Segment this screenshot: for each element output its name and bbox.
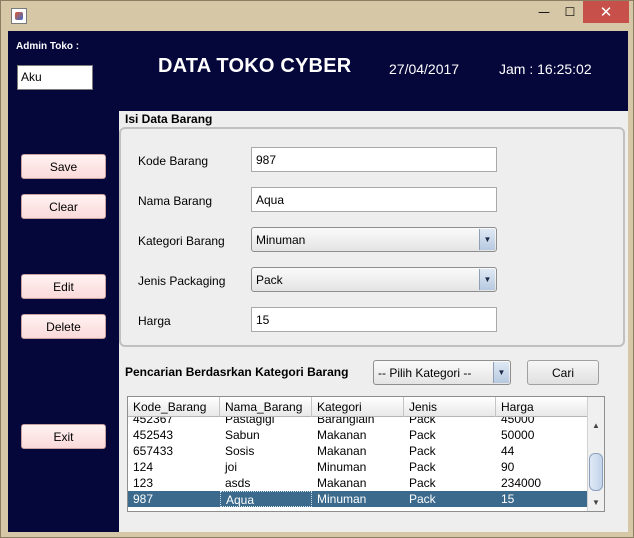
header-banner: Admin Toko : Aku DATA TOKO CYBER 27/04/2…	[8, 31, 628, 111]
delete-button[interactable]: Delete	[21, 314, 106, 339]
chevron-down-icon[interactable]: ▼	[493, 362, 509, 383]
table-cell: 45000	[501, 417, 535, 426]
title-bar: — ☐ ✕	[1, 1, 633, 30]
clear-button[interactable]: Clear	[21, 194, 106, 219]
table-cell: Minuman	[317, 492, 367, 506]
minimize-button[interactable]: —	[531, 1, 557, 23]
table-cell: Aqua	[220, 491, 312, 507]
table-cell: 90	[501, 460, 515, 474]
table-cell: 657433	[133, 444, 174, 458]
kode-barang-field[interactable]: 987	[251, 147, 497, 172]
table-row[interactable]: 452367 Pastagigi Baranglain Pack 45000	[128, 417, 588, 427]
table-cell: 452367	[133, 417, 174, 426]
chevron-down-icon[interactable]: ▼	[479, 269, 495, 290]
table-cell: Makanan	[317, 476, 367, 490]
table-cell: Sosis	[225, 444, 255, 458]
jenis-packaging-label: Jenis Packaging	[138, 274, 226, 288]
date-display: 27/04/2017	[389, 61, 460, 77]
table-cell: 234000	[501, 476, 542, 490]
table-cell: Sabun	[225, 428, 260, 442]
harga-label: Harga	[138, 314, 171, 328]
table-row[interactable]: 124 joi Minuman Pack 90	[128, 459, 588, 475]
table-cell: Baranglain	[317, 417, 375, 426]
table-row[interactable]: 657433 Sosis Makanan Pack 44	[128, 443, 588, 459]
kategori-barang-label: Kategori Barang	[138, 234, 225, 248]
close-button[interactable]: ✕	[583, 1, 629, 23]
sidebar: Save Clear Edit Delete Exit	[8, 111, 119, 532]
nama-barang-field[interactable]: Aqua	[251, 187, 497, 212]
cari-button[interactable]: Cari	[527, 360, 599, 385]
table-rows: 452367 Pastagigi Baranglain Pack 45000 4…	[128, 417, 588, 507]
clock-display: Jam : 16:25:02	[499, 61, 592, 77]
column-header[interactable]: Kategori	[312, 397, 404, 417]
table-row[interactable]: 452543 Sabun Makanan Pack 50000	[128, 427, 588, 443]
scroll-thumb[interactable]	[589, 453, 603, 491]
kode-barang-label: Kode Barang	[138, 154, 209, 168]
table-cell: Pack	[409, 417, 436, 426]
table-cell: Pastagigi	[225, 417, 275, 426]
search-label: Pencarian Berdasrkan Kategori Barang	[125, 365, 349, 379]
nama-barang-label: Nama Barang	[138, 194, 213, 208]
table-cell: 452543	[133, 428, 174, 442]
table-cell: Pack	[409, 444, 436, 458]
table-cell: Makanan	[317, 444, 367, 458]
column-header[interactable]: Kode_Barang	[128, 397, 220, 417]
java-app-icon	[11, 8, 27, 24]
table-cell: Pack	[409, 460, 436, 474]
kategori-filter-value: -- Pilih Kategori --	[378, 366, 472, 380]
jenis-packaging-value: Pack	[256, 273, 283, 287]
table-cell: joi	[225, 460, 238, 474]
table-header: Kode_Barang Nama_Barang Kategori Jenis H…	[128, 397, 588, 417]
table-cell: 44	[501, 444, 515, 458]
table-cell: asds	[225, 476, 251, 490]
exit-button[interactable]: Exit	[21, 424, 106, 449]
table-cell: 15	[501, 492, 515, 506]
admin-label: Admin Toko :	[16, 41, 80, 52]
kategori-barang-select[interactable]: Minuman ▼	[251, 227, 497, 252]
harga-field[interactable]: 15	[251, 307, 497, 332]
table-row-selected[interactable]: 987 Aqua Minuman Pack 15	[128, 491, 588, 507]
kategori-barang-value: Minuman	[256, 233, 306, 247]
table-cell: 124	[133, 460, 154, 474]
column-header[interactable]: Jenis	[404, 397, 496, 417]
app-window: — ☐ ✕ Admin Toko : Aku DATA TOKO CYBER 2…	[0, 0, 634, 538]
table-cell: 50000	[501, 428, 535, 442]
kategori-filter-select[interactable]: -- Pilih Kategori -- ▼	[373, 360, 511, 385]
maximize-button[interactable]: ☐	[557, 1, 583, 23]
table-cell: 123	[133, 476, 154, 490]
app-title: DATA TOKO CYBER	[158, 55, 352, 77]
table-cell: Pack	[409, 428, 436, 442]
data-table[interactable]: Kode_Barang Nama_Barang Kategori Jenis H…	[127, 396, 605, 512]
table-body: 452367 Pastagigi Baranglain Pack 45000 4…	[128, 417, 588, 511]
save-button[interactable]: Save	[21, 154, 106, 179]
scroll-down-icon[interactable]: ▼	[588, 494, 604, 511]
column-header[interactable]: Nama_Barang	[220, 397, 312, 417]
jenis-packaging-select[interactable]: Pack ▼	[251, 267, 497, 292]
table-cell: Minuman	[317, 460, 367, 474]
chevron-down-icon[interactable]: ▼	[479, 229, 495, 250]
table-cell: 987	[133, 492, 154, 506]
table-cell: Pack	[409, 476, 436, 490]
edit-button[interactable]: Edit	[21, 274, 106, 299]
admin-name-field[interactable]: Aku	[17, 65, 93, 90]
table-cell: Pack	[409, 492, 436, 506]
table-row[interactable]: 123 asds Makanan Pack 234000	[128, 475, 588, 491]
scroll-up-icon[interactable]: ▲	[588, 417, 604, 434]
table-cell: Makanan	[317, 428, 367, 442]
vertical-scrollbar[interactable]: ▲ ▼	[587, 397, 604, 511]
content-area: Admin Toko : Aku DATA TOKO CYBER 27/04/2…	[8, 31, 628, 532]
form-section-title: Isi Data Barang	[125, 112, 213, 126]
column-header[interactable]: Harga	[496, 397, 588, 417]
